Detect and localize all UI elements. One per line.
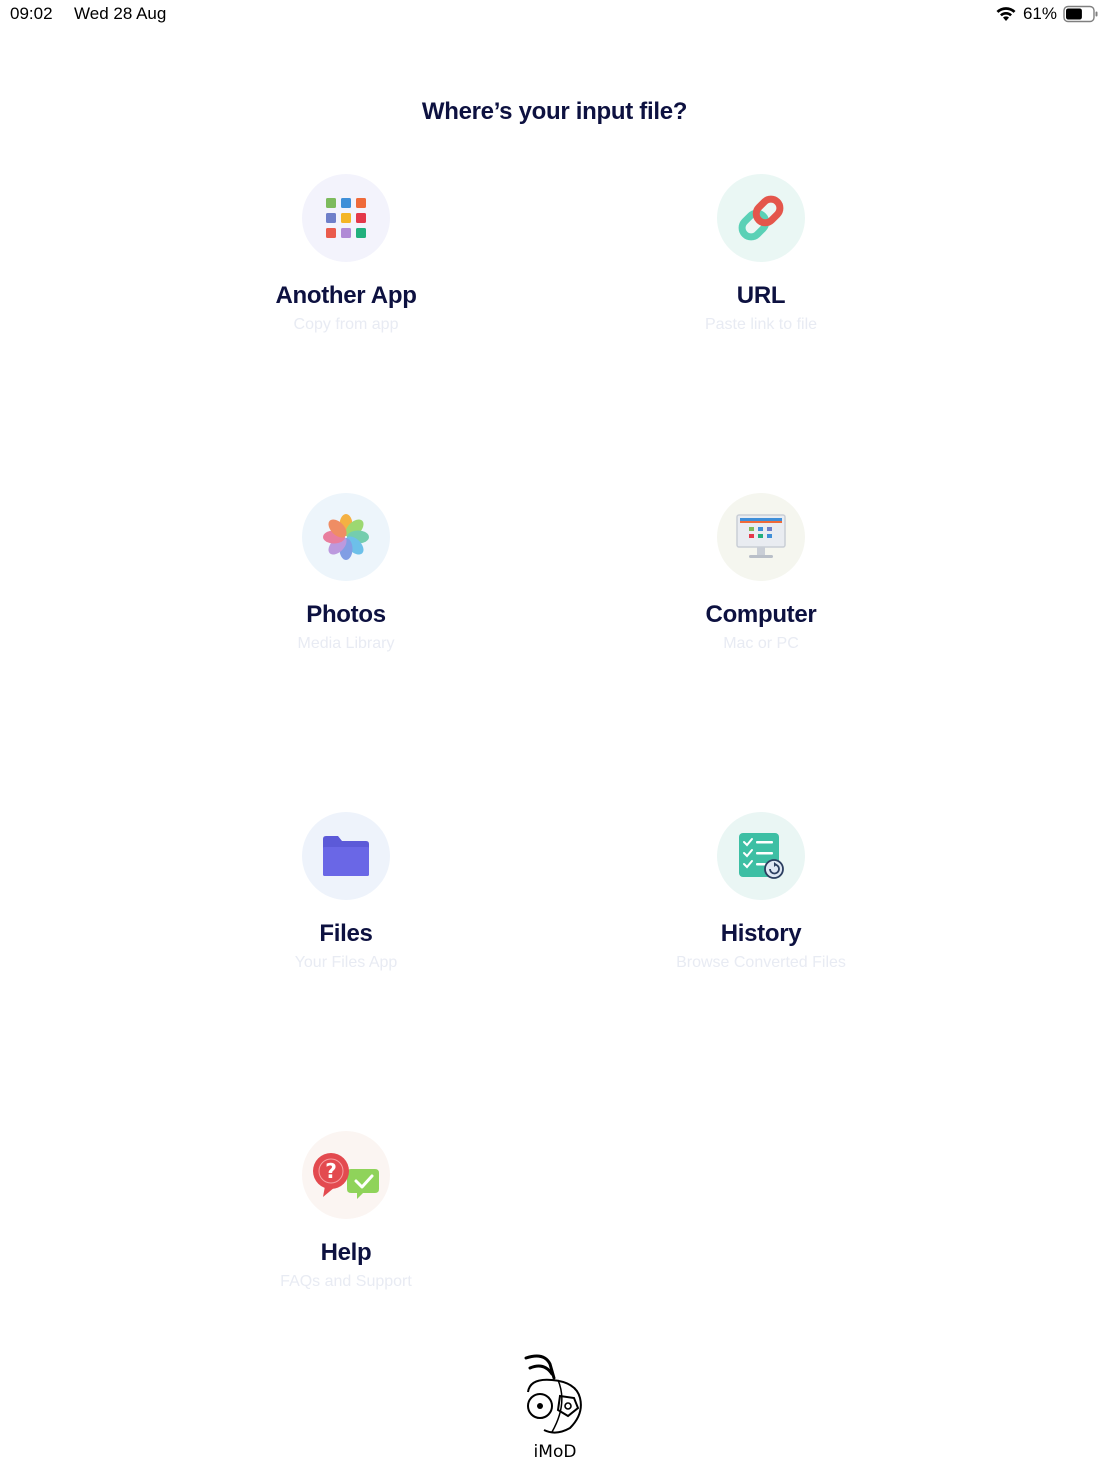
option-subtitle: Mac or PC	[723, 635, 799, 652]
folder-icon	[302, 812, 390, 900]
option-subtitle: Media Library	[297, 635, 395, 652]
page-title: Where’s your input file?	[421, 98, 688, 125]
computer-monitor-icon	[717, 493, 805, 581]
checklist-history-icon	[717, 812, 805, 900]
battery-percent: 61%	[1022, 4, 1057, 23]
status-time: 09:02	[10, 4, 53, 23]
imod-mascot-logo: iMoD	[516, 1352, 594, 1462]
option-url[interactable]: URL Paste link to file	[631, 174, 891, 334]
option-subtitle: Browse Converted Files	[676, 954, 846, 971]
option-photos[interactable]: Photos Media Library	[216, 493, 476, 653]
option-label: Files	[319, 920, 373, 947]
wifi-icon	[995, 6, 1017, 22]
watermark-text: iMoD	[533, 1442, 577, 1462]
option-subtitle: Copy from app	[293, 316, 399, 333]
option-history[interactable]: History Browse Converted Files	[631, 812, 891, 972]
help-chat-icon: ?	[302, 1131, 390, 1219]
photos-flower-icon	[302, 493, 390, 581]
option-help[interactable]: ? Help FAQs and Support	[216, 1131, 476, 1291]
svg-text:?: ?	[325, 1159, 337, 1183]
link-icon	[717, 174, 805, 262]
option-label: Photos	[306, 601, 386, 628]
battery-icon	[1063, 5, 1099, 23]
status-bar: 09:02 Wed 28 Aug 61%	[0, 0, 1109, 30]
option-subtitle: Paste link to file	[704, 316, 818, 333]
option-label: URL	[736, 282, 786, 309]
option-computer[interactable]: Computer Mac or PC	[631, 493, 891, 653]
option-another-app[interactable]: Another App Copy from app	[216, 174, 476, 334]
option-subtitle: FAQs and Support	[280, 1273, 412, 1290]
option-label: History	[720, 920, 802, 947]
option-files[interactable]: Files Your Files App	[216, 812, 476, 972]
option-subtitle: Your Files App	[294, 954, 398, 971]
status-right-group: 61%	[995, 4, 1099, 24]
app-grid-icon	[302, 174, 390, 262]
option-label: Another App	[275, 282, 417, 309]
option-label: Help	[320, 1239, 372, 1266]
status-date: Wed 28 Aug	[74, 4, 167, 23]
option-label: Computer	[705, 601, 817, 628]
